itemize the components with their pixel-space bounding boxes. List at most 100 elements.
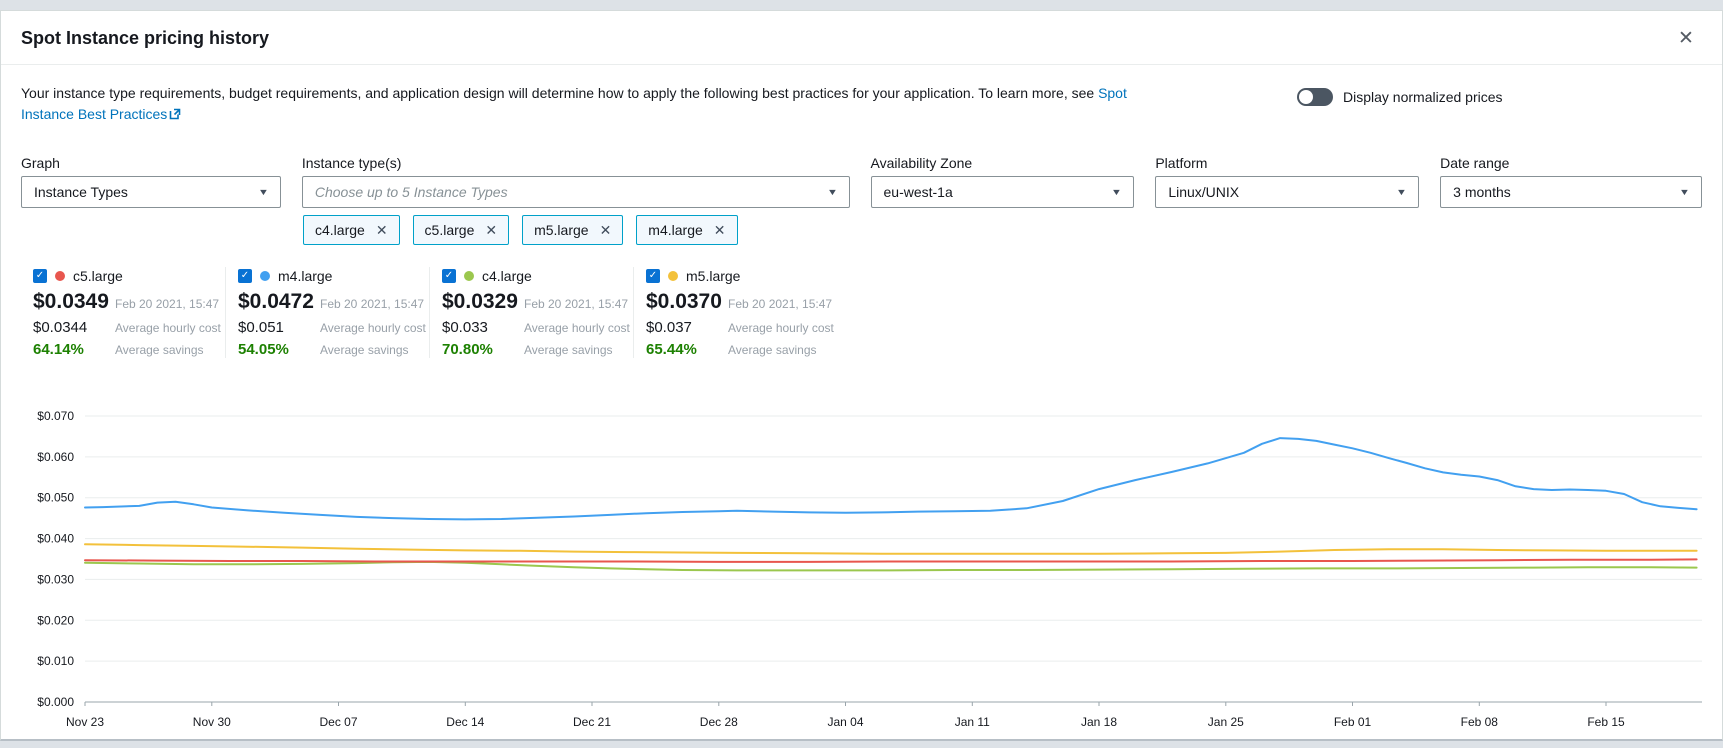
- series-checkbox[interactable]: ✓: [33, 269, 47, 283]
- series-name: m5.large: [686, 268, 740, 284]
- series-checkbox[interactable]: ✓: [442, 269, 456, 283]
- series-legend: ✓ c5.large $0.0349Feb 20 2021, 15:47 $0.…: [21, 267, 1702, 358]
- average-price: $0.0344: [33, 319, 115, 336]
- series-name: m4.large: [278, 268, 332, 284]
- svg-text:$0.020: $0.020: [37, 613, 74, 627]
- average-savings-label: Average savings: [320, 343, 409, 357]
- svg-text:Jan 25: Jan 25: [1208, 715, 1244, 729]
- chevron-down-icon: ▼: [826, 187, 837, 197]
- remove-icon[interactable]: ✕: [376, 223, 388, 237]
- average-savings: 65.44%: [646, 341, 728, 358]
- svg-text:$0.040: $0.040: [37, 532, 74, 546]
- legend-card-c4-large: ✓ c4.large $0.0329Feb 20 2021, 15:47 $0.…: [429, 267, 633, 358]
- close-icon: ✕: [1678, 28, 1694, 49]
- price-timestamp: Feb 20 2021, 15:47: [728, 297, 832, 311]
- chip-label: c4.large: [315, 222, 365, 238]
- page-title: Spot Instance pricing history: [21, 28, 1702, 49]
- chevron-down-icon: ▼: [1679, 187, 1690, 197]
- average-savings-label: Average savings: [524, 343, 613, 357]
- legend-card-m5-large: ✓ m5.large $0.0370Feb 20 2021, 15:47 $0.…: [633, 267, 837, 358]
- svg-text:Jan 11: Jan 11: [955, 715, 990, 729]
- svg-text:$0.070: $0.070: [37, 409, 74, 423]
- average-savings-label: Average savings: [728, 343, 817, 357]
- current-price: $0.0349: [33, 290, 115, 314]
- svg-text:$0.060: $0.060: [37, 450, 74, 464]
- external-link-icon: [169, 108, 181, 120]
- series-name: c5.large: [73, 268, 123, 284]
- svg-text:$0.000: $0.000: [37, 695, 74, 709]
- toggle-knob: [1299, 90, 1313, 104]
- intro-text: Your instance type requirements, budget …: [21, 83, 1156, 125]
- toggle-label: Display normalized prices: [1343, 89, 1503, 105]
- chip-label: m5.large: [534, 222, 588, 238]
- price-history-chart: $0.000 $0.010 $0.020 $0.030 $0.040 $0.050 $0.0…: [21, 402, 1704, 734]
- instance-types-select[interactable]: Choose up to 5 Instance Types ▼: [302, 176, 850, 208]
- series-checkbox[interactable]: ✓: [238, 269, 252, 283]
- svg-text:Nov 23: Nov 23: [66, 715, 104, 729]
- chevron-down-icon: ▼: [1111, 187, 1122, 197]
- svg-text:$0.010: $0.010: [37, 654, 74, 668]
- selected-instance-chips: c4.large ✕ c5.large ✕ m5.large ✕ m4.larg…: [303, 215, 1702, 245]
- current-price: $0.0370: [646, 290, 728, 314]
- date-range-value: 3 months: [1453, 184, 1511, 200]
- current-price: $0.0329: [442, 290, 524, 314]
- intro-sentence: Your instance type requirements, budget …: [21, 85, 1094, 101]
- price-timestamp: Feb 20 2021, 15:47: [524, 297, 628, 311]
- filter-bar: Graph Instance Types ▼ Instance type(s) …: [21, 155, 1702, 208]
- series-checkbox[interactable]: ✓: [646, 269, 660, 283]
- platform-select[interactable]: Linux/UNIX ▼: [1155, 176, 1419, 208]
- chip-c5-large[interactable]: c5.large ✕: [413, 215, 510, 245]
- chip-label: c5.large: [425, 222, 475, 238]
- spot-pricing-dialog: Spot Instance pricing history ✕ Your ins…: [0, 10, 1723, 741]
- average-price: $0.037: [646, 319, 728, 336]
- chip-m5-large[interactable]: m5.large ✕: [522, 215, 623, 245]
- chevron-down-icon: ▼: [258, 187, 269, 197]
- svg-text:$0.030: $0.030: [37, 572, 74, 586]
- average-price: $0.051: [238, 319, 320, 336]
- graph-select-value: Instance Types: [34, 184, 128, 200]
- svg-text:Feb 15: Feb 15: [1587, 715, 1625, 729]
- remove-icon[interactable]: ✕: [600, 223, 612, 237]
- platform-value: Linux/UNIX: [1168, 184, 1239, 200]
- toggle-switch[interactable]: [1297, 88, 1333, 106]
- average-savings-label: Average savings: [115, 343, 204, 357]
- svg-text:Jan 04: Jan 04: [827, 715, 863, 729]
- average-price-label: Average hourly cost: [320, 321, 426, 335]
- normalized-prices-toggle[interactable]: Display normalized prices: [1297, 88, 1503, 106]
- svg-text:Dec 28: Dec 28: [700, 715, 738, 729]
- svg-text:Jan 18: Jan 18: [1081, 715, 1117, 729]
- svg-text:$0.050: $0.050: [37, 491, 74, 505]
- series-color-dot: [668, 271, 678, 281]
- average-price-label: Average hourly cost: [524, 321, 630, 335]
- instance-types-label: Instance type(s): [302, 155, 850, 171]
- remove-icon[interactable]: ✕: [485, 223, 497, 237]
- chip-m4-large[interactable]: m4.large ✕: [636, 215, 737, 245]
- svg-text:Dec 21: Dec 21: [573, 715, 611, 729]
- legend-card-m4-large: ✓ m4.large $0.0472Feb 20 2021, 15:47 $0.…: [225, 267, 429, 358]
- average-price: $0.033: [442, 319, 524, 336]
- svg-text:Feb 08: Feb 08: [1461, 715, 1499, 729]
- price-timestamp: Feb 20 2021, 15:47: [115, 297, 219, 311]
- series-name: c4.large: [482, 268, 532, 284]
- legend-card-c5-large: ✓ c5.large $0.0349Feb 20 2021, 15:47 $0.…: [21, 267, 225, 358]
- average-savings: 54.05%: [238, 341, 320, 358]
- graph-select[interactable]: Instance Types ▼: [21, 176, 281, 208]
- date-range-select[interactable]: 3 months ▼: [1440, 176, 1702, 208]
- instance-types-placeholder: Choose up to 5 Instance Types: [315, 184, 508, 200]
- availability-zone-label: Availability Zone: [871, 155, 1135, 171]
- average-price-label: Average hourly cost: [728, 321, 834, 335]
- remove-icon[interactable]: ✕: [714, 223, 726, 237]
- chip-label: m4.large: [648, 222, 702, 238]
- price-timestamp: Feb 20 2021, 15:47: [320, 297, 424, 311]
- dialog-header: Spot Instance pricing history ✕: [1, 11, 1722, 65]
- chip-c4-large[interactable]: c4.large ✕: [303, 215, 400, 245]
- svg-text:Dec 07: Dec 07: [319, 715, 357, 729]
- average-savings: 64.14%: [33, 341, 115, 358]
- availability-zone-select[interactable]: eu-west-1a ▼: [871, 176, 1135, 208]
- graph-label: Graph: [21, 155, 281, 171]
- average-savings: 70.80%: [442, 341, 524, 358]
- platform-label: Platform: [1155, 155, 1419, 171]
- close-button[interactable]: ✕: [1672, 25, 1700, 53]
- svg-text:Dec 14: Dec 14: [446, 715, 484, 729]
- average-price-label: Average hourly cost: [115, 321, 221, 335]
